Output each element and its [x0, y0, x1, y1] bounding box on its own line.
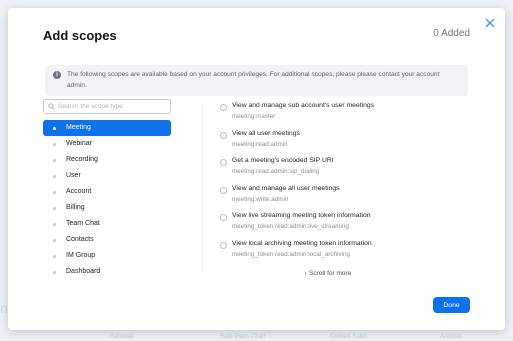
category-label: Meeting [66, 124, 91, 131]
bullet-dot [53, 127, 56, 130]
category-label: Recording [66, 156, 98, 163]
scope-code: meeting_token:read:admin:live_streaming [232, 223, 349, 230]
category-label: IM Group [66, 252, 96, 259]
scope-item[interactable]: View live streaming meeting token inform… [220, 211, 468, 239]
scope-search-field[interactable] [43, 99, 171, 114]
bullet-dot [53, 239, 56, 242]
category-item-webinar[interactable]: Webinar [43, 136, 171, 152]
bullet-dot [53, 271, 56, 274]
scope-code: meeting_token:read:admin:local_archiving [232, 250, 350, 258]
category-label: Contacts [66, 236, 94, 243]
scope-category-list: Meeting Webinar Recording User Account B… [43, 120, 171, 280]
scope-item[interactable]: View and manage sub account's user meeti… [220, 101, 468, 129]
notice-text: The following scopes are available based… [67, 71, 440, 89]
footer-link: Account [440, 334, 462, 340]
category-label: Dashboard [66, 268, 101, 275]
footer-link: Rate Plans Chart [220, 334, 266, 340]
category-label: Account [66, 188, 92, 195]
scope-name: View and manage all user meetings [232, 184, 340, 192]
bullet-dot [53, 159, 56, 162]
category-label: Team Chat [66, 220, 100, 227]
scope-code: meeting:write:admin [232, 195, 289, 203]
background-letter: n [0, 300, 8, 316]
added-count: 0 Added [433, 28, 470, 39]
scope-item[interactable]: View local archiving meeting token infor… [220, 239, 468, 267]
category-label: Billing [66, 204, 85, 211]
category-label: User [66, 172, 81, 179]
column-divider [202, 103, 203, 273]
dialog-title: Add scopes [43, 28, 117, 43]
scope-checkbox[interactable] [220, 131, 227, 139]
scope-checkbox[interactable] [220, 186, 227, 194]
category-item-account[interactable]: Account [43, 184, 171, 200]
scope-name: View live streaming meeting token inform… [232, 212, 371, 219]
category-item-im-group[interactable]: IM Group [43, 248, 171, 264]
scope-code: meeting:read:admin [232, 140, 288, 148]
search-icon [48, 103, 55, 110]
scroll-for-more-link[interactable]: ↓ Scroll for more [304, 270, 351, 277]
bullet-dot [53, 207, 56, 210]
scope-item[interactable]: View and manage all user meetings meetin… [220, 184, 468, 212]
scope-checkbox[interactable] [220, 159, 227, 166]
bullet-dot [53, 143, 56, 146]
footer-link: Gateway [110, 334, 134, 340]
scope-checkbox[interactable] [220, 214, 227, 221]
scope-name: View local archiving meeting token infor… [232, 239, 372, 247]
search-input[interactable] [58, 101, 168, 112]
category-item-recording[interactable]: Recording [43, 152, 171, 168]
scope-checkbox[interactable] [220, 104, 227, 111]
add-scopes-dialog: Add scopes 0 Added i The following scope… [8, 8, 505, 330]
info-notice: i The following scopes are available bas… [45, 65, 468, 96]
category-item-billing[interactable]: Billing [43, 200, 171, 216]
scope-code: meeting:read:admin:sip_dialing [232, 168, 320, 175]
bullet-dot [53, 255, 56, 258]
scope-name: View and manage sub account's user meeti… [232, 102, 375, 109]
scope-checkbox[interactable] [220, 241, 227, 249]
bullet-dot [53, 223, 56, 226]
category-item-meeting[interactable]: Meeting [43, 120, 171, 136]
done-button[interactable]: Done [433, 297, 470, 313]
category-label: Webinar [66, 140, 92, 147]
scope-name: View all user meetings [232, 129, 300, 137]
scope-item[interactable]: View all user meetings meeting:read:admi… [220, 129, 468, 157]
category-item-contacts[interactable]: Contacts [43, 232, 171, 248]
scope-list: View and manage sub account's user meeti… [220, 101, 468, 266]
close-icon[interactable] [484, 16, 496, 28]
category-item-team-chat[interactable]: Team Chat [43, 216, 171, 232]
scope-name: Get a meeting's encoded SIP URI [232, 157, 334, 164]
category-item-dashboard[interactable]: Dashboard [43, 264, 171, 280]
scope-code: meeting:master [232, 113, 276, 120]
scope-item[interactable]: Get a meeting's encoded SIP URI meeting:… [220, 156, 468, 184]
category-item-user[interactable]: User [43, 168, 171, 184]
bullet-dot [53, 191, 56, 194]
footer-link: Contact Sales [330, 334, 368, 340]
bullet-dot [53, 175, 56, 178]
info-icon: i [53, 71, 61, 79]
